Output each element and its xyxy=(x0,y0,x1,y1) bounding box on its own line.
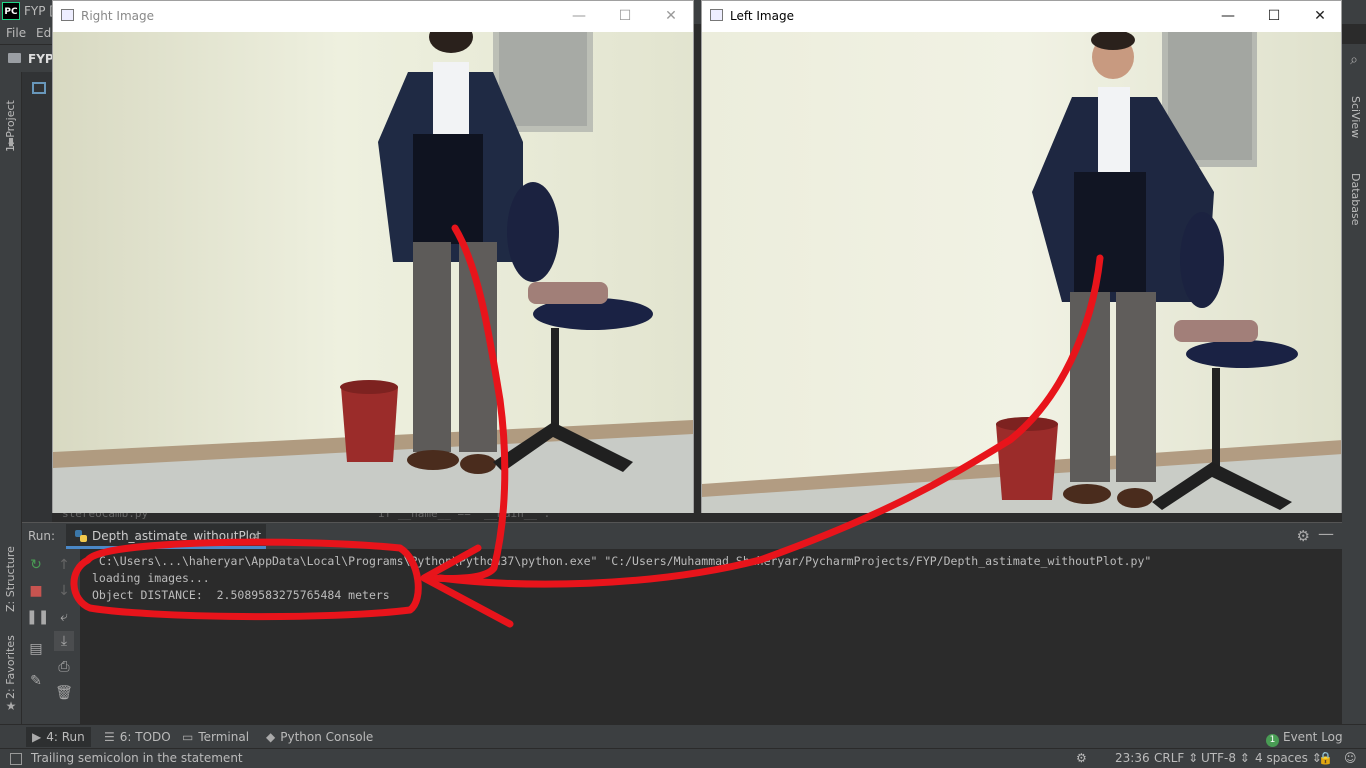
tool-window-bar: ▶ 4: Run ☰ 6: TODO ▭ Terminal ◆ Python Conso… xyxy=(0,724,1366,748)
event-count-badge: 1 xyxy=(1266,734,1279,747)
inspection-icon[interactable]: ⚙ xyxy=(1076,751,1087,765)
face-icon[interactable]: ☺ xyxy=(1344,751,1357,765)
rerun-icon[interactable]: ↻ xyxy=(26,555,46,575)
right-camera-image xyxy=(53,32,693,513)
run-label: Run: xyxy=(28,529,56,543)
tab-database[interactable]: Database xyxy=(1346,159,1364,239)
close-icon[interactable]: ✕ xyxy=(1306,5,1334,27)
maximize-icon[interactable]: ☐ xyxy=(611,5,639,27)
window-icon xyxy=(710,9,723,21)
editor-tab-icon xyxy=(32,82,46,94)
maximize-icon[interactable]: ☐ xyxy=(1260,5,1288,27)
star-icon: ★ xyxy=(5,699,17,713)
left-camera-image xyxy=(702,32,1341,513)
ide-menu-bar: File Ed xyxy=(0,24,60,44)
minimize-panel-icon[interactable]: — xyxy=(1318,524,1334,543)
status-bar: Trailing semicolon in the statement ⚙ 23… xyxy=(0,748,1366,768)
menu-edit[interactable]: Ed xyxy=(36,26,51,40)
run-panel: Run: Depth_astimate_withoutPlot × ⚙ — ↻ … xyxy=(22,522,1342,725)
down-arrow-icon[interactable]: ↓ xyxy=(54,581,74,601)
caret-position[interactable]: 23:36 xyxy=(1115,751,1150,765)
window-title: Left Image xyxy=(730,9,794,23)
trash-icon[interactable]: 🗑 xyxy=(54,683,74,703)
tab-python-console[interactable]: ◆ Python Console xyxy=(266,730,373,744)
window-title-bar[interactable]: Right Image — ☐ ✕ xyxy=(53,1,693,32)
console-line: C:\Users\...\haheryar\AppData\Local\Prog… xyxy=(92,554,1152,568)
tab-terminal[interactable]: ▭ Terminal xyxy=(182,730,249,744)
lock-icon[interactable]: 🔒 xyxy=(1318,751,1333,765)
stop-icon[interactable]: ■ xyxy=(26,581,46,601)
console-output[interactable]: C:\Users\...\haheryar\AppData\Local\Prog… xyxy=(80,549,1342,724)
run-toolbar: ↻ ■ ❚❚ ▤ ✎ ↑ ↓ ⤶ ⤓ ⎙ 🗑 xyxy=(22,549,80,725)
tab-sciview[interactable]: SciView xyxy=(1346,84,1364,154)
close-icon[interactable]: ✕ xyxy=(657,5,685,27)
terminal-icon: ▭ xyxy=(182,730,194,744)
right-image-window[interactable]: Right Image — ☐ ✕ xyxy=(52,0,694,513)
window-icon xyxy=(61,9,74,21)
run-tab-name: Depth_astimate_withoutPlot xyxy=(92,529,262,543)
right-tool-strip: ⌕ SciView Database xyxy=(1342,44,1366,724)
up-arrow-icon[interactable]: ↑ xyxy=(54,555,74,575)
minimize-icon[interactable]: — xyxy=(565,5,593,27)
minimize-icon[interactable]: — xyxy=(1214,5,1242,27)
search-icon[interactable]: ⌕ xyxy=(1344,50,1364,70)
toggle-tool-windows-icon[interactable] xyxy=(10,753,22,765)
python-icon xyxy=(75,530,87,542)
event-log-button[interactable]: 1 Event Log xyxy=(1266,730,1343,747)
left-tool-strip: 1: Project ▮ Z: Structure 2: Favorites ★ xyxy=(0,72,22,724)
editor-gutter xyxy=(22,72,52,522)
left-image-window[interactable]: Left Image — ☐ ✕ xyxy=(701,0,1342,513)
soft-wrap-icon[interactable]: ⤶ xyxy=(54,607,74,627)
print-icon[interactable]: ⎙ xyxy=(54,657,74,677)
tab-project[interactable]: 1: Project xyxy=(2,82,20,172)
python-console-icon: ◆ xyxy=(266,730,276,744)
tab-run[interactable]: ▶ 4: Run xyxy=(26,727,91,747)
run-icon: ▶ xyxy=(32,730,42,744)
menu-file[interactable]: File xyxy=(6,26,26,40)
folder-icon xyxy=(8,53,21,63)
close-icon[interactable]: × xyxy=(250,529,260,543)
window-title: Right Image xyxy=(81,9,154,23)
scroll-to-end-icon[interactable]: ⤓ xyxy=(54,631,74,651)
run-header: Run: Depth_astimate_withoutPlot × ⚙ — xyxy=(22,523,1342,549)
console-line: loading images... xyxy=(92,571,210,585)
file-encoding[interactable]: UTF-8 ⇕ xyxy=(1201,751,1250,765)
tab-todo[interactable]: ☰ 6: TODO xyxy=(104,730,171,744)
console-line: Object DISTANCE: 2.5089583275765484 mete… xyxy=(92,588,390,602)
pycharm-logo-icon: PC xyxy=(2,2,20,20)
folder-icon: ▮ xyxy=(7,135,15,148)
run-config-tab[interactable]: Depth_astimate_withoutPlot × xyxy=(66,524,266,549)
line-separator[interactable]: CRLF ⇕ xyxy=(1154,751,1198,765)
ide-title-text: FYP [ xyxy=(24,4,54,18)
project-breadcrumb[interactable]: FYP xyxy=(28,52,54,66)
status-message: Trailing semicolon in the statement xyxy=(31,751,243,765)
list-icon: ☰ xyxy=(104,730,115,744)
indent-setting[interactable]: 4 spaces ⇕ xyxy=(1255,751,1322,765)
tab-structure[interactable]: Z: Structure xyxy=(2,542,20,632)
pin-icon[interactable]: ✎ xyxy=(26,671,46,691)
window-title-bar[interactable]: Left Image — ☐ ✕ xyxy=(702,1,1341,32)
navigation-bar: FYP xyxy=(0,44,60,72)
pause-icon[interactable]: ❚❚ xyxy=(26,607,49,627)
layout-icon[interactable]: ▤ xyxy=(26,639,46,659)
gear-icon[interactable]: ⚙ xyxy=(1297,527,1310,545)
